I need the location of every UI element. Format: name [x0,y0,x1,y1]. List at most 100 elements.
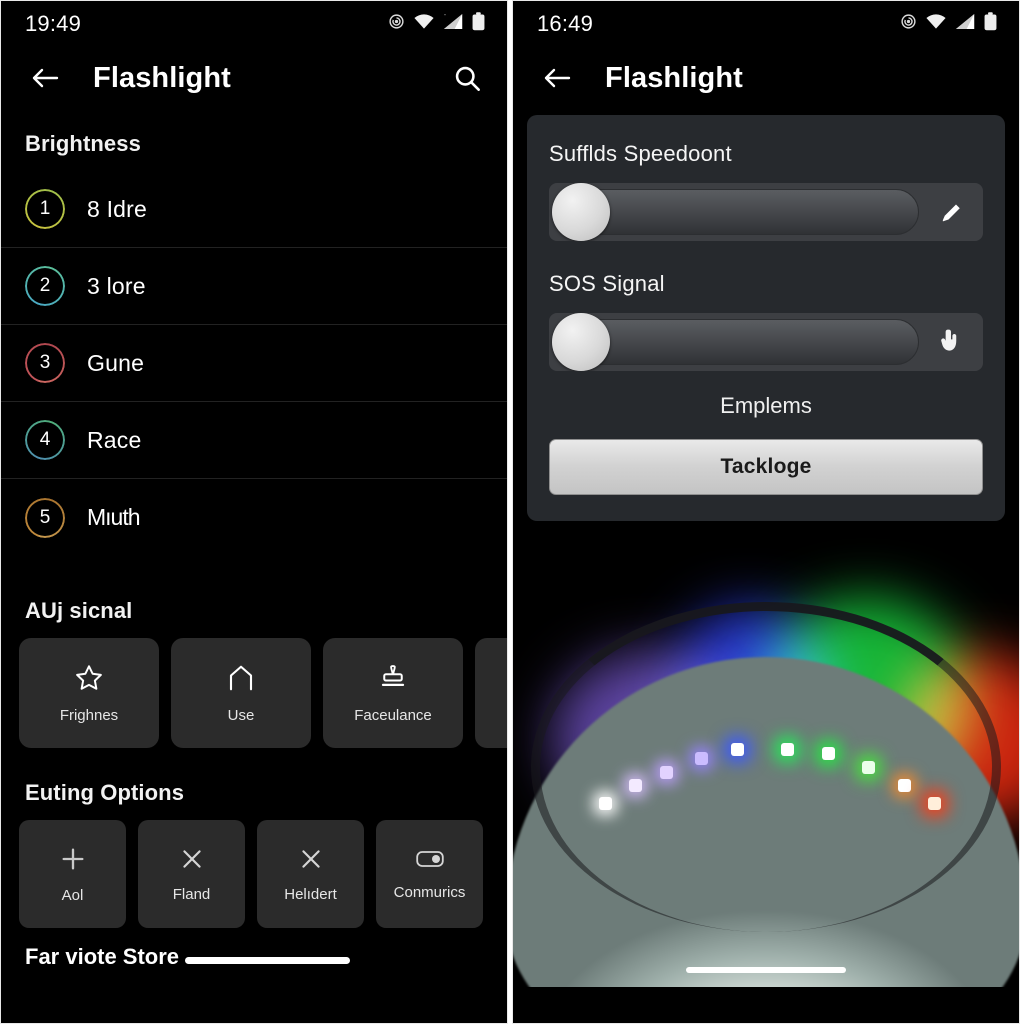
pencil-icon[interactable] [919,183,983,241]
tile-frighnes[interactable]: Frighnes [19,638,159,748]
list-item-label: 3 lore [87,272,146,299]
alarm-icon [388,13,405,35]
level-badge: 2 [25,266,65,306]
tile-fland[interactable]: Fland [138,820,245,928]
home-indicator[interactable] [185,956,351,964]
editing-tile-row[interactable]: Aol Fland Helıdert Conmurics [1,820,507,928]
close-icon [298,846,324,872]
status-clock: 19:49 [25,11,82,36]
alarm-icon [900,13,917,35]
status-clock: 16:49 [537,11,594,36]
led-layer [513,535,1019,987]
tile-aol[interactable]: Aol [19,820,126,928]
back-arrow-icon[interactable] [539,60,575,96]
list-item[interactable]: 3 Gune [1,325,507,402]
tile-label: Faceulance [354,706,432,724]
tile-label: Aol [61,886,84,904]
close-icon [179,846,205,872]
tackloge-button[interactable]: Tackloge [549,439,983,495]
led-dot [927,797,941,811]
list-item-label: Gune [87,349,145,376]
tile-faceulance[interactable]: Faceulance [323,638,463,748]
led-dot [695,751,709,765]
tile-clipped[interactable]: Ad [475,638,507,748]
app-bar-right: Flashlight [513,47,1019,109]
badge-number: 4 [39,429,51,450]
led-dot [862,761,876,774]
stamp-icon [378,663,408,693]
slider-thumb[interactable] [552,183,610,241]
app-bar-left: Flashlight [1,47,507,109]
tile-use[interactable]: Use [171,638,311,748]
badge-number: 5 [39,506,51,528]
tile-label: Conmurics [393,883,466,901]
led-dot [821,747,835,761]
badge-number: 1 [39,198,51,219]
list-item[interactable]: 5 Mıuth [1,479,507,556]
led-dot [659,765,673,779]
level-badge: 1 [25,189,65,229]
tap-hand-icon[interactable] [919,313,983,371]
sos-signal-label: SOS Signal [549,271,665,296]
cellular-signal-icon [955,13,975,35]
tile-conmurics[interactable]: Conmurics [376,820,483,928]
plus-icon [59,845,87,873]
status-icon-group: '' [388,12,485,36]
adjust-heading: AUj sicnal [25,598,133,623]
search-icon[interactable] [449,60,485,96]
led-dot [629,779,643,793]
cellular-signal-icon: '' [443,13,463,35]
dual-screenshot-comparison: 19:49 '' Flashlight Brightness 1 8 Idre … [0,0,1024,1024]
footer-label: Far viote Store [25,944,180,969]
badge-number: 2 [39,275,51,296]
right-phone-screen: 16:49 Flashlight Sufflds Speedoont SOS S… [512,0,1020,1024]
editing-options-heading: Euting Options [25,780,185,805]
list-item[interactable]: 4 Race [1,402,507,479]
battery-icon [472,12,485,36]
controls-card: Sufflds Speedoont SOS Signal Emplems Tac… [527,115,1005,521]
emblems-note: Emplems [720,393,812,418]
level-badge: 3 [25,343,65,383]
level-badge: 5 [25,498,65,538]
star-icon [74,663,104,693]
led-dot [897,779,911,793]
sos-signal-slider[interactable] [549,313,983,371]
strobe-speed-label: Sufflds Speedoont [549,141,732,166]
home-indicator[interactable] [686,967,846,973]
home-icon [226,663,256,693]
wifi-icon [414,13,434,35]
adjust-tile-row[interactable]: Frighnes Use Faceulance Ad [1,638,507,748]
list-item-label: Mıuth [87,504,141,530]
wifi-icon [926,13,946,35]
svg-text:'': '' [444,14,446,20]
back-arrow-icon[interactable] [27,60,63,96]
slider-thumb[interactable] [552,313,610,371]
list-item[interactable]: 1 8 Idre [1,171,507,248]
brightness-heading: Brightness [25,131,141,156]
list-item[interactable]: 2 3 lore [1,248,507,325]
tile-label: Frighnes [59,706,119,724]
status-icon-group [900,12,997,36]
status-bar-right: 16:49 [513,1,1019,47]
page-title: Flashlight [605,61,743,94]
level-badge: 4 [25,420,65,460]
status-bar-left: 19:49 '' [1,1,507,47]
page-title: Flashlight [93,61,231,94]
led-dot [730,742,744,756]
left-phone-screen: 19:49 '' Flashlight Brightness 1 8 Idre … [0,0,508,1024]
strobe-speed-slider[interactable] [549,183,983,241]
slider-track[interactable] [552,183,919,241]
led-strip-photo [513,535,1019,987]
slider-track[interactable] [552,313,919,371]
brightness-list: 1 8 Idre 2 3 lore 3 Gune 4 Race 5 Mıuth [1,171,507,556]
list-item-label: Race [87,426,142,453]
tile-label: Fland [172,885,211,903]
led-dot [599,797,613,811]
battery-icon [984,12,997,36]
tile-label: Helıdert [284,885,337,903]
tile-label: Use [227,706,255,724]
list-item-label: 8 Idre [87,195,148,222]
footer-row: Far viote Store [1,928,507,970]
toggle-icon [415,848,444,870]
tile-helidert[interactable]: Helıdert [257,820,364,928]
